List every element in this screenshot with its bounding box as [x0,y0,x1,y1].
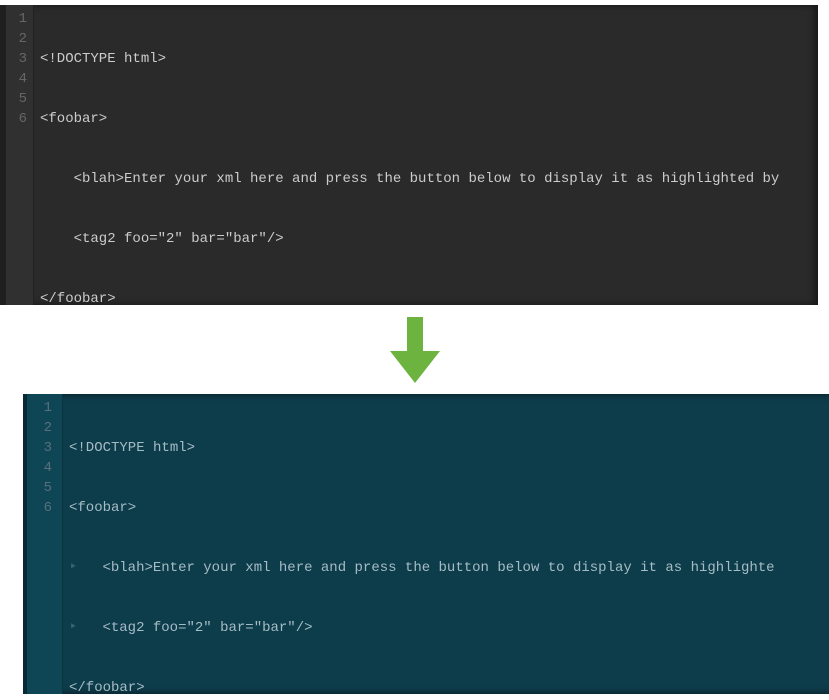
line-number: 1 [6,9,27,29]
code-line: <tag2 foo="2" bar="bar"/> [40,229,812,249]
line-number: 4 [6,69,27,89]
line-number: 3 [27,438,52,458]
code-line: </foobar> [69,678,829,694]
code-line: ‣ <blah>Enter your xml here and press th… [69,558,829,578]
code-line: <blah>Enter your xml here and press the … [40,169,812,189]
code-area-top[interactable]: <!DOCTYPE html> <foobar> <blah>Enter you… [34,5,818,305]
line-number: 5 [27,478,52,498]
arrow-separator [0,306,829,394]
code-line: <!DOCTYPE html> [69,438,829,458]
arrow-down-icon [390,317,440,383]
code-line: <!DOCTYPE html> [40,49,812,69]
code-line: <foobar> [69,498,829,518]
editor-panel-bottom[interactable]: 1 2 3 4 5 6 <!DOCTYPE html> <foobar> ‣ <… [23,394,829,694]
editor-panel-top[interactable]: 1 2 3 4 5 6 <!DOCTYPE html> <foobar> <bl… [0,5,818,305]
code-line: <foobar> [40,109,812,129]
line-number: 4 [27,458,52,478]
code-line: </foobar> [40,289,812,305]
line-number: 6 [27,498,52,518]
line-number: 3 [6,49,27,69]
code-area-bottom[interactable]: <!DOCTYPE html> <foobar> ‣ <blah>Enter y… [63,394,829,694]
line-number: 5 [6,89,27,109]
gutter-top: 1 2 3 4 5 6 [6,5,34,305]
code-line: ‣ <tag2 foo="2" bar="bar"/> [69,618,829,638]
line-number: 1 [27,398,52,418]
gutter-bottom: 1 2 3 4 5 6 [27,394,63,694]
line-number: 2 [6,29,27,49]
line-number: 2 [27,418,52,438]
line-number: 6 [6,109,27,129]
